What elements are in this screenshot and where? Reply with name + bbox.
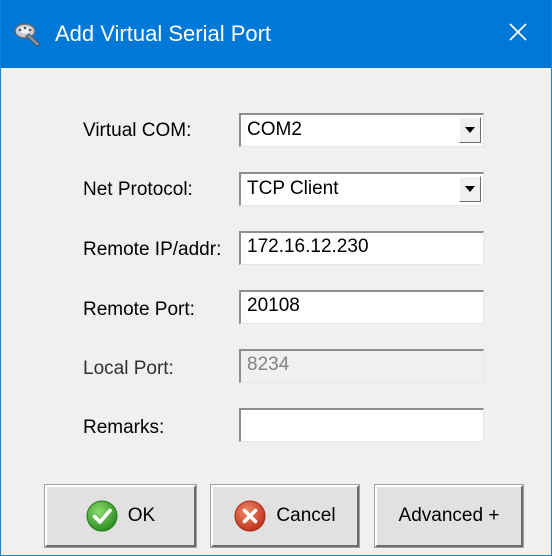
- net-protocol-value: TCP Client: [247, 178, 339, 199]
- remarks-input[interactable]: [239, 408, 484, 442]
- chevron-down-icon: [465, 127, 475, 133]
- ok-button[interactable]: OK: [44, 484, 197, 548]
- local-port-input: 8234: [239, 349, 484, 383]
- x-circle-icon: [234, 500, 266, 532]
- ok-label: OK: [127, 505, 156, 526]
- chevron-down-icon: [465, 186, 475, 192]
- net-protocol-dropdown-button[interactable]: [459, 176, 481, 202]
- window-title: Add Virtual Serial Port: [55, 21, 272, 46]
- virtual-com-select[interactable]: COM2: [239, 113, 484, 147]
- remote-port-input[interactable]: 20108: [239, 290, 484, 324]
- remote-ip-label: Remote IP/addr:: [83, 239, 222, 260]
- cancel-button[interactable]: Cancel: [210, 484, 360, 548]
- net-protocol-label: Net Protocol:: [83, 179, 193, 200]
- net-protocol-select[interactable]: TCP Client: [239, 172, 484, 206]
- close-icon: [508, 22, 528, 47]
- check-circle-icon: [86, 500, 118, 532]
- virtual-com-label: Virtual COM:: [83, 120, 192, 141]
- cancel-label: Cancel: [276, 505, 336, 526]
- serial-port-app-icon: [13, 21, 43, 47]
- remarks-label: Remarks:: [83, 417, 165, 438]
- title-bar[interactable]: Add Virtual Serial Port: [1, 0, 551, 68]
- remote-ip-input[interactable]: 172.16.12.230: [239, 231, 484, 265]
- advanced-button[interactable]: Advanced +: [374, 484, 524, 548]
- dialog-body: Virtual COM: COM2 Net Protocol: TCP Clie…: [1, 68, 551, 555]
- virtual-com-value: COM2: [247, 119, 302, 140]
- virtual-com-dropdown-button[interactable]: [459, 117, 481, 143]
- advanced-label: Advanced +: [398, 505, 500, 526]
- add-virtual-serial-port-dialog: Add Virtual Serial Port Virtual COM: COM…: [0, 0, 552, 556]
- close-button[interactable]: [485, 0, 551, 68]
- remote-port-label: Remote Port:: [83, 299, 195, 320]
- local-port-label: Local Port:: [83, 358, 174, 379]
